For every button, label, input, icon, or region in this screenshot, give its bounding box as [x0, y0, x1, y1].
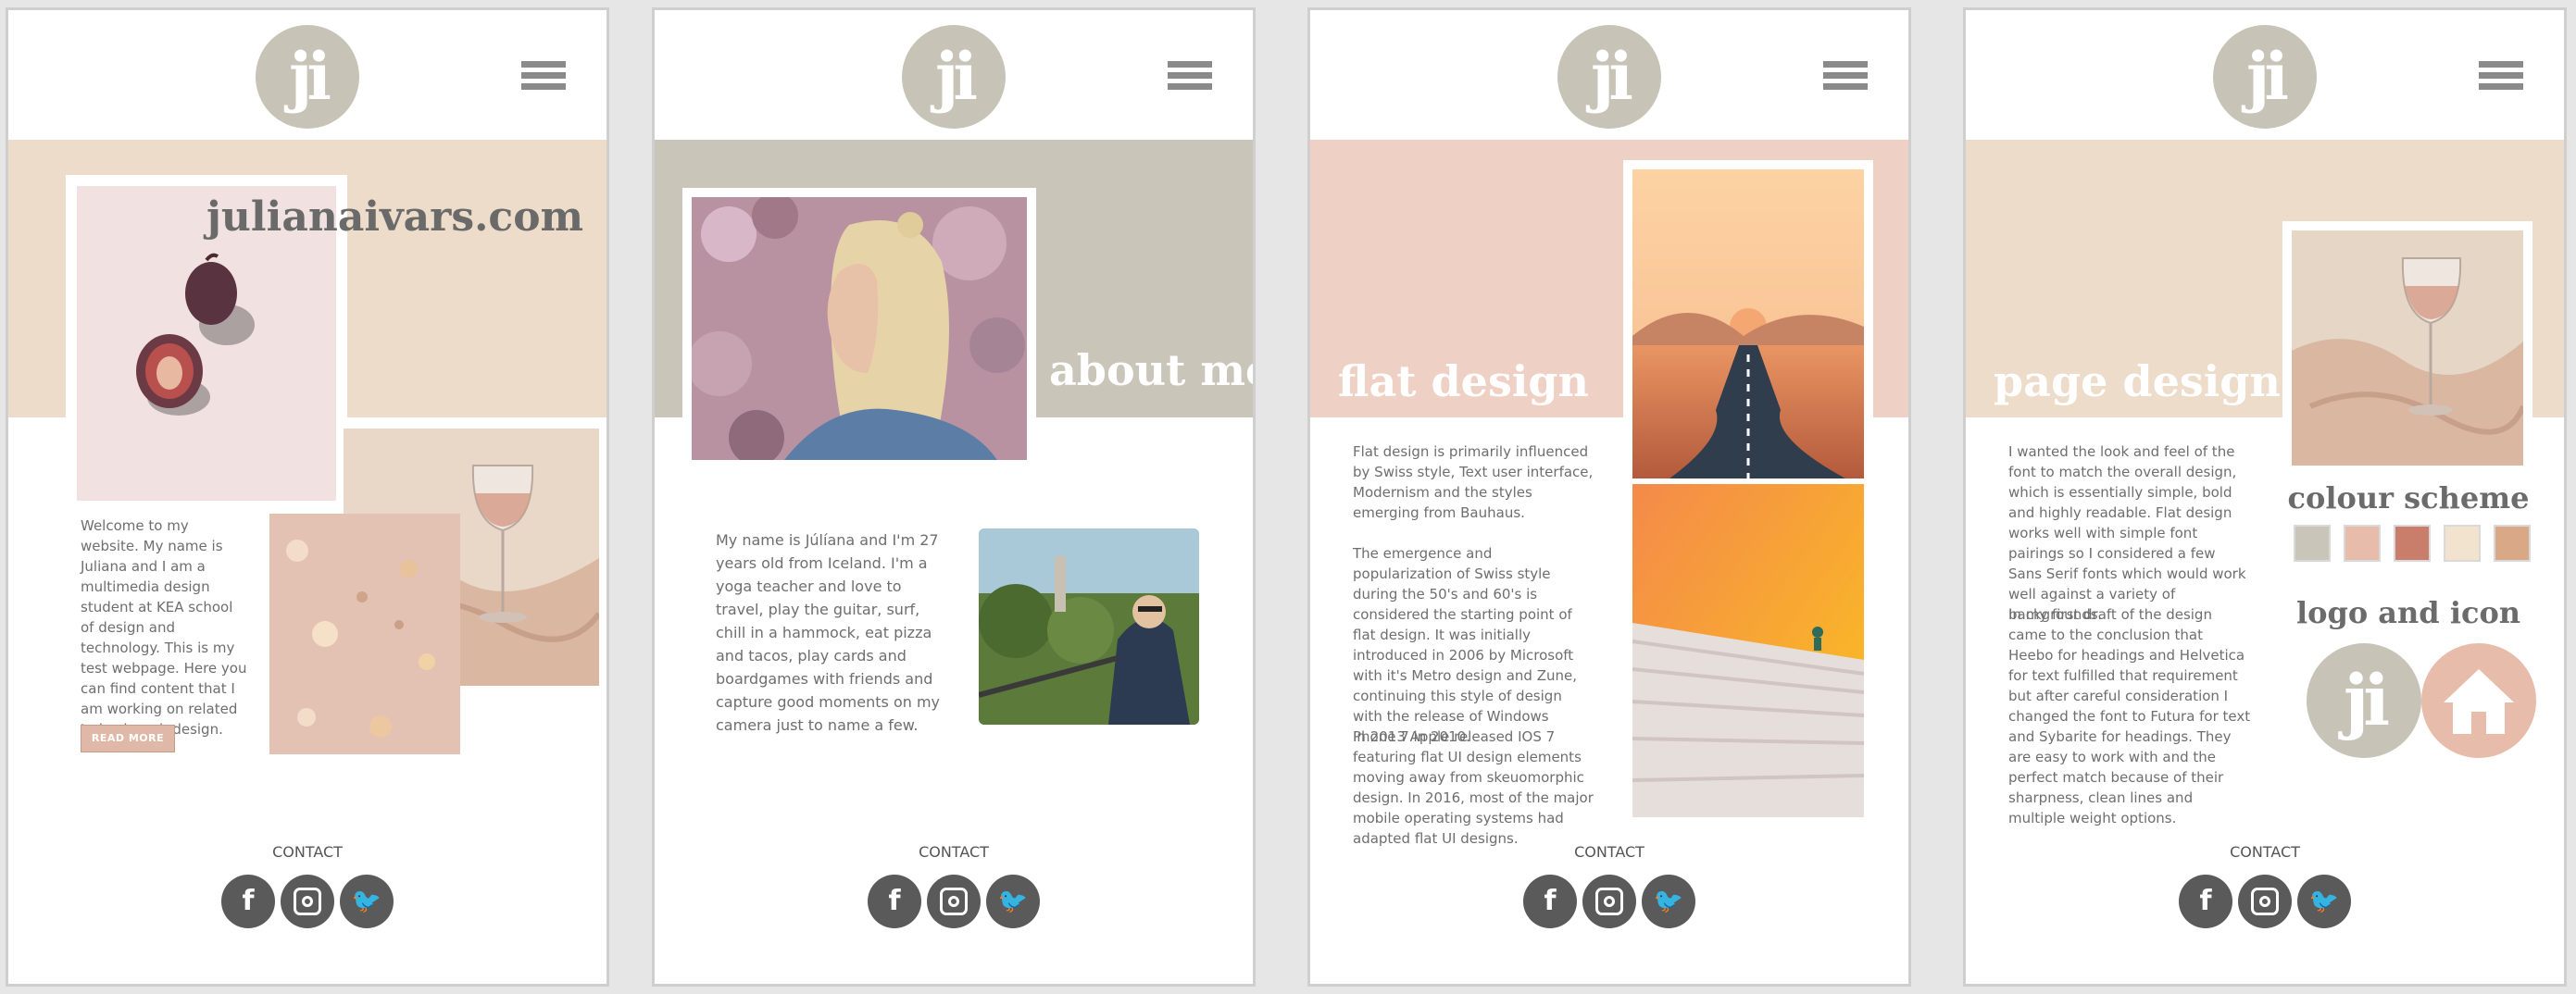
stairs-illustration: [1632, 484, 1864, 817]
social-links: f 🐦: [868, 875, 1040, 928]
social-links: f 🐦: [221, 875, 394, 928]
contact-label: CONTACT: [919, 843, 989, 861]
logo-icon[interactable]: ji: [1557, 25, 1661, 129]
hamburger-menu-icon[interactable]: [521, 61, 566, 96]
contact-label: CONTACT: [272, 843, 343, 861]
about-screen: ji about me My name is Júlíana and I'm 2…: [652, 7, 1256, 987]
colour-scheme-heading: colour scheme: [2287, 480, 2530, 516]
logo-sample-icon: ji: [2307, 643, 2421, 758]
logo-icon[interactable]: ji: [902, 25, 1006, 129]
twitter-icon[interactable]: 🐦: [2297, 875, 2351, 928]
instagram-icon[interactable]: [927, 875, 981, 928]
flat-heading: flat design: [1338, 356, 1589, 406]
facebook-icon[interactable]: f: [221, 875, 275, 928]
about-text: My name is Júlíana and I'm 27 years old …: [716, 531, 941, 734]
swatch-pink: [2344, 525, 2381, 562]
flat-paragraph-1: Flat design is primarily influenced by S…: [1353, 443, 1594, 521]
swatch-tan: [2494, 525, 2531, 562]
hamburger-menu-icon[interactable]: [1168, 61, 1212, 96]
swatch-cream: [2444, 525, 2481, 562]
facebook-icon[interactable]: f: [2179, 875, 2232, 928]
colour-swatches: [2294, 525, 2532, 565]
about-heading: about me: [1049, 345, 1256, 395]
portrait-image: [692, 197, 1027, 460]
logo-icon[interactable]: ji: [256, 25, 359, 129]
logo-icon[interactable]: ji: [2213, 25, 2317, 129]
page-paragraph-1: I wanted the look and feel of the font t…: [2008, 443, 2246, 623]
home-screen: ji julianaivars.com Welcome to my websit…: [6, 7, 609, 987]
twitter-icon[interactable]: 🐦: [340, 875, 394, 928]
swatch-terracotta: [2394, 525, 2431, 562]
contact-label: CONTACT: [1574, 843, 1644, 861]
page-paragraph-2: In my first draft of the design came to …: [2008, 606, 2251, 826]
social-links: f 🐦: [2179, 875, 2351, 928]
site-title: julianaivars.com: [206, 193, 584, 241]
logo-and-icon-heading: logo and icon: [2295, 595, 2521, 630]
twitter-icon[interactable]: 🐦: [1642, 875, 1695, 928]
flat-design-screen: ji flat design Flat design is primarily …: [1307, 7, 1911, 987]
facebook-icon[interactable]: f: [868, 875, 921, 928]
twitter-icon[interactable]: 🐦: [986, 875, 1040, 928]
read-more-button[interactable]: READ MORE: [81, 725, 175, 752]
hamburger-menu-icon[interactable]: [1823, 61, 1868, 96]
road-illustration: [1632, 169, 1864, 478]
travel-photo: [979, 528, 1199, 725]
welcome-text: Welcome to my website. My name is Julian…: [81, 517, 247, 738]
social-links: f 🐦: [1523, 875, 1695, 928]
contact-label: CONTACT: [2230, 843, 2300, 861]
flowers-image: [269, 514, 460, 754]
wine-image: [2292, 230, 2523, 466]
page-heading: page design: [1994, 356, 2281, 406]
page-design-screen: ji page design I wanted the look and fee…: [1963, 7, 2567, 987]
flat-paragraph-2: The emergence and popularization of Swis…: [1353, 545, 1577, 745]
swatch-grey: [2294, 525, 2331, 562]
instagram-icon[interactable]: [2238, 875, 2292, 928]
home-icon: [2421, 643, 2536, 758]
instagram-icon[interactable]: [281, 875, 334, 928]
hamburger-menu-icon[interactable]: [2479, 61, 2523, 96]
instagram-icon[interactable]: [1582, 875, 1636, 928]
flat-paragraph-3: In 2013 Apple released IOS 7 featuring f…: [1353, 728, 1594, 847]
facebook-icon[interactable]: f: [1523, 875, 1577, 928]
